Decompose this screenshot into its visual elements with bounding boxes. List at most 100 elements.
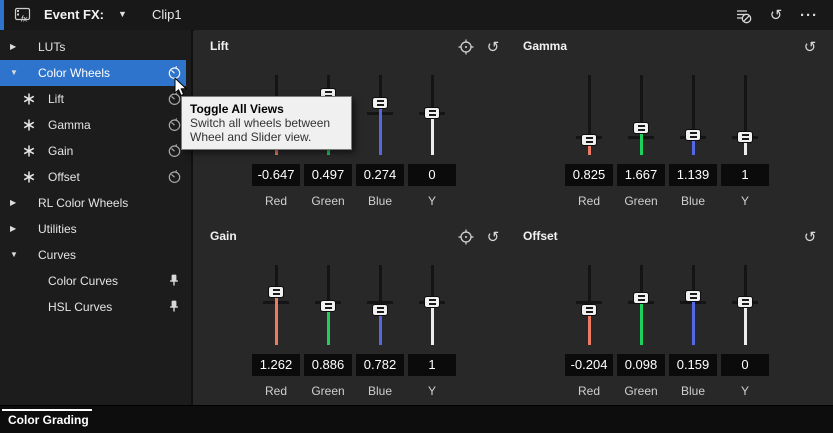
expand-arrow-right-icon[interactable]: ▶ bbox=[10, 198, 16, 207]
value-field-red[interactable]: -0.204 bbox=[565, 354, 613, 376]
channel-label: Green bbox=[311, 384, 345, 398]
sidebar-item-label: Color Curves bbox=[48, 274, 119, 288]
slider-handle-red[interactable] bbox=[582, 135, 596, 145]
value-field-y[interactable]: 1 bbox=[408, 354, 456, 376]
expand-arrow-right-icon[interactable]: ▶ bbox=[10, 42, 16, 51]
titlebar: fx Event FX: ▼ Clip1 ↺ ··· bbox=[0, 0, 833, 31]
slider-handle-green[interactable] bbox=[321, 301, 335, 311]
fx-tree-sidebar: ▶ LUTs ▼ Color Wheels Lift Gamma Gain Offset ▶ RL… bbox=[0, 30, 193, 409]
pick-icon[interactable] bbox=[457, 38, 475, 56]
sidebar-item-offset[interactable]: Offset bbox=[0, 164, 191, 190]
expand-arrow-down-icon[interactable]: ▼ bbox=[10, 68, 18, 77]
sidebar-item-color-curves[interactable]: Color Curves bbox=[0, 268, 191, 294]
expand-arrow-right-icon[interactable]: ▶ bbox=[10, 224, 16, 233]
channel-label: Y bbox=[427, 194, 436, 208]
sidebar-item-rl-color-wheels[interactable]: ▶ RL Color Wheels bbox=[0, 190, 191, 216]
sidebar-item-label: RL Color Wheels bbox=[38, 196, 129, 210]
sidebar-item-gain[interactable]: Gain bbox=[0, 138, 191, 164]
panel-offset: Offset ↺ -0.204 Red 0.098 Green 0.159 Blue 0 Y bbox=[507, 220, 833, 410]
panel-gamma: Gamma ↺ 0.825 Red 1.667 Green 1.139 Blue 1 Y bbox=[507, 30, 833, 220]
value-field-red[interactable]: 1.262 bbox=[252, 354, 300, 376]
slider-handle-blue[interactable] bbox=[373, 305, 387, 315]
slider-value-line-blue bbox=[379, 108, 382, 155]
value-field-y[interactable]: 1 bbox=[721, 164, 769, 186]
slider-handle-blue[interactable] bbox=[686, 130, 700, 140]
sidebar-item-label: Curves bbox=[38, 248, 77, 262]
slider-value-line-blue bbox=[379, 315, 382, 345]
value-field-red[interactable]: 0.825 bbox=[565, 164, 613, 186]
sidebar-item-lift[interactable]: Lift bbox=[0, 86, 191, 112]
reset-icon[interactable]: ↺ bbox=[801, 38, 819, 56]
sidebar-item-luts[interactable]: ▶ LUTs bbox=[0, 34, 191, 60]
channel-label: Red bbox=[264, 384, 287, 398]
value-field-blue[interactable]: 0.159 bbox=[669, 354, 717, 376]
event-fx-label: Event FX: bbox=[44, 7, 104, 22]
event-fx-window: fx Event FX: ▼ Clip1 ↺ ··· ▶ LUTs ▼ Color W… bbox=[0, 0, 833, 433]
reset-icon[interactable]: ↺ bbox=[766, 5, 786, 25]
slider-handle-red[interactable] bbox=[582, 305, 596, 315]
pin-icon[interactable] bbox=[167, 299, 181, 316]
clock-icon[interactable] bbox=[167, 117, 182, 135]
value-field-blue[interactable]: 1.139 bbox=[669, 164, 717, 186]
panel-title: Gamma bbox=[523, 39, 568, 53]
channel-label: Y bbox=[427, 384, 436, 398]
value-field-green[interactable]: 1.667 bbox=[617, 164, 665, 186]
sidebar-item-hsl-curves[interactable]: HSL Curves bbox=[0, 294, 191, 320]
svg-text:fx: fx bbox=[21, 15, 28, 24]
sidebar-item-color-wheels[interactable]: ▼ Color Wheels bbox=[0, 60, 191, 86]
panel-title: Gain bbox=[210, 229, 237, 243]
panel-title: Lift bbox=[210, 39, 229, 53]
value-field-red[interactable]: -0.647 bbox=[252, 164, 300, 186]
pin-icon[interactable] bbox=[167, 273, 181, 290]
slider-handle-blue[interactable] bbox=[373, 98, 387, 108]
channel-label: Green bbox=[311, 194, 345, 208]
value-field-blue[interactable]: 0.274 bbox=[356, 164, 404, 186]
slider-value-line-green bbox=[327, 311, 330, 345]
slider-handle-y[interactable] bbox=[425, 297, 439, 307]
slider-value-line-blue bbox=[692, 140, 695, 155]
channel-label: Red bbox=[577, 194, 600, 208]
value-field-blue[interactable]: 0.782 bbox=[356, 354, 404, 376]
value-field-green[interactable]: 0.098 bbox=[617, 354, 665, 376]
value-field-green[interactable]: 0.886 bbox=[304, 354, 352, 376]
sidebar-item-label: LUTs bbox=[38, 40, 66, 54]
slider-value-line-green bbox=[640, 133, 643, 155]
clock-icon[interactable] bbox=[167, 169, 182, 187]
slider-value-line-y bbox=[744, 307, 747, 345]
reset-icon[interactable]: ↺ bbox=[484, 228, 502, 246]
sidebar-item-utilities[interactable]: ▶ Utilities bbox=[0, 216, 191, 242]
slider-handle-blue[interactable] bbox=[686, 291, 700, 301]
value-field-y[interactable]: 0 bbox=[721, 354, 769, 376]
slider-handle-y[interactable] bbox=[738, 297, 752, 307]
channel-label: Red bbox=[577, 384, 600, 398]
slider-handle-red[interactable] bbox=[269, 287, 283, 297]
clock-icon[interactable] bbox=[167, 143, 182, 161]
slider-handle-y[interactable] bbox=[425, 108, 439, 118]
value-field-y[interactable]: 0 bbox=[408, 164, 456, 186]
reset-icon[interactable]: ↺ bbox=[484, 38, 502, 56]
more-options-icon[interactable]: ··· bbox=[799, 5, 819, 25]
expand-arrow-down-icon[interactable]: ▼ bbox=[10, 250, 18, 259]
slider-neutral-tick bbox=[367, 301, 393, 304]
slider-handle-y[interactable] bbox=[738, 132, 752, 142]
clip-name: Clip1 bbox=[152, 7, 182, 22]
chevron-down-icon[interactable]: ▼ bbox=[118, 9, 127, 19]
tab-color-grading[interactable]: Color Grading bbox=[8, 413, 89, 427]
sidebar-item-curves[interactable]: ▼ Curves bbox=[0, 242, 191, 268]
slider-value-line-blue bbox=[692, 301, 695, 345]
channel-label: Blue bbox=[680, 194, 706, 208]
asterisk-icon bbox=[22, 170, 36, 187]
fx-bypass-icon[interactable] bbox=[733, 5, 753, 25]
slider-handle-green[interactable] bbox=[634, 293, 648, 303]
sidebar-item-gamma[interactable]: Gamma bbox=[0, 112, 191, 138]
asterisk-icon bbox=[22, 118, 36, 135]
asterisk-icon bbox=[22, 144, 36, 161]
pick-icon[interactable] bbox=[457, 228, 475, 246]
channel-label: Red bbox=[264, 194, 287, 208]
value-field-green[interactable]: 0.497 bbox=[304, 164, 352, 186]
channel-label: Blue bbox=[367, 384, 393, 398]
slider-value-line-red bbox=[588, 315, 591, 345]
sidebar-item-label: Color Wheels bbox=[38, 66, 111, 80]
slider-handle-green[interactable] bbox=[634, 123, 648, 133]
reset-icon[interactable]: ↺ bbox=[801, 228, 819, 246]
